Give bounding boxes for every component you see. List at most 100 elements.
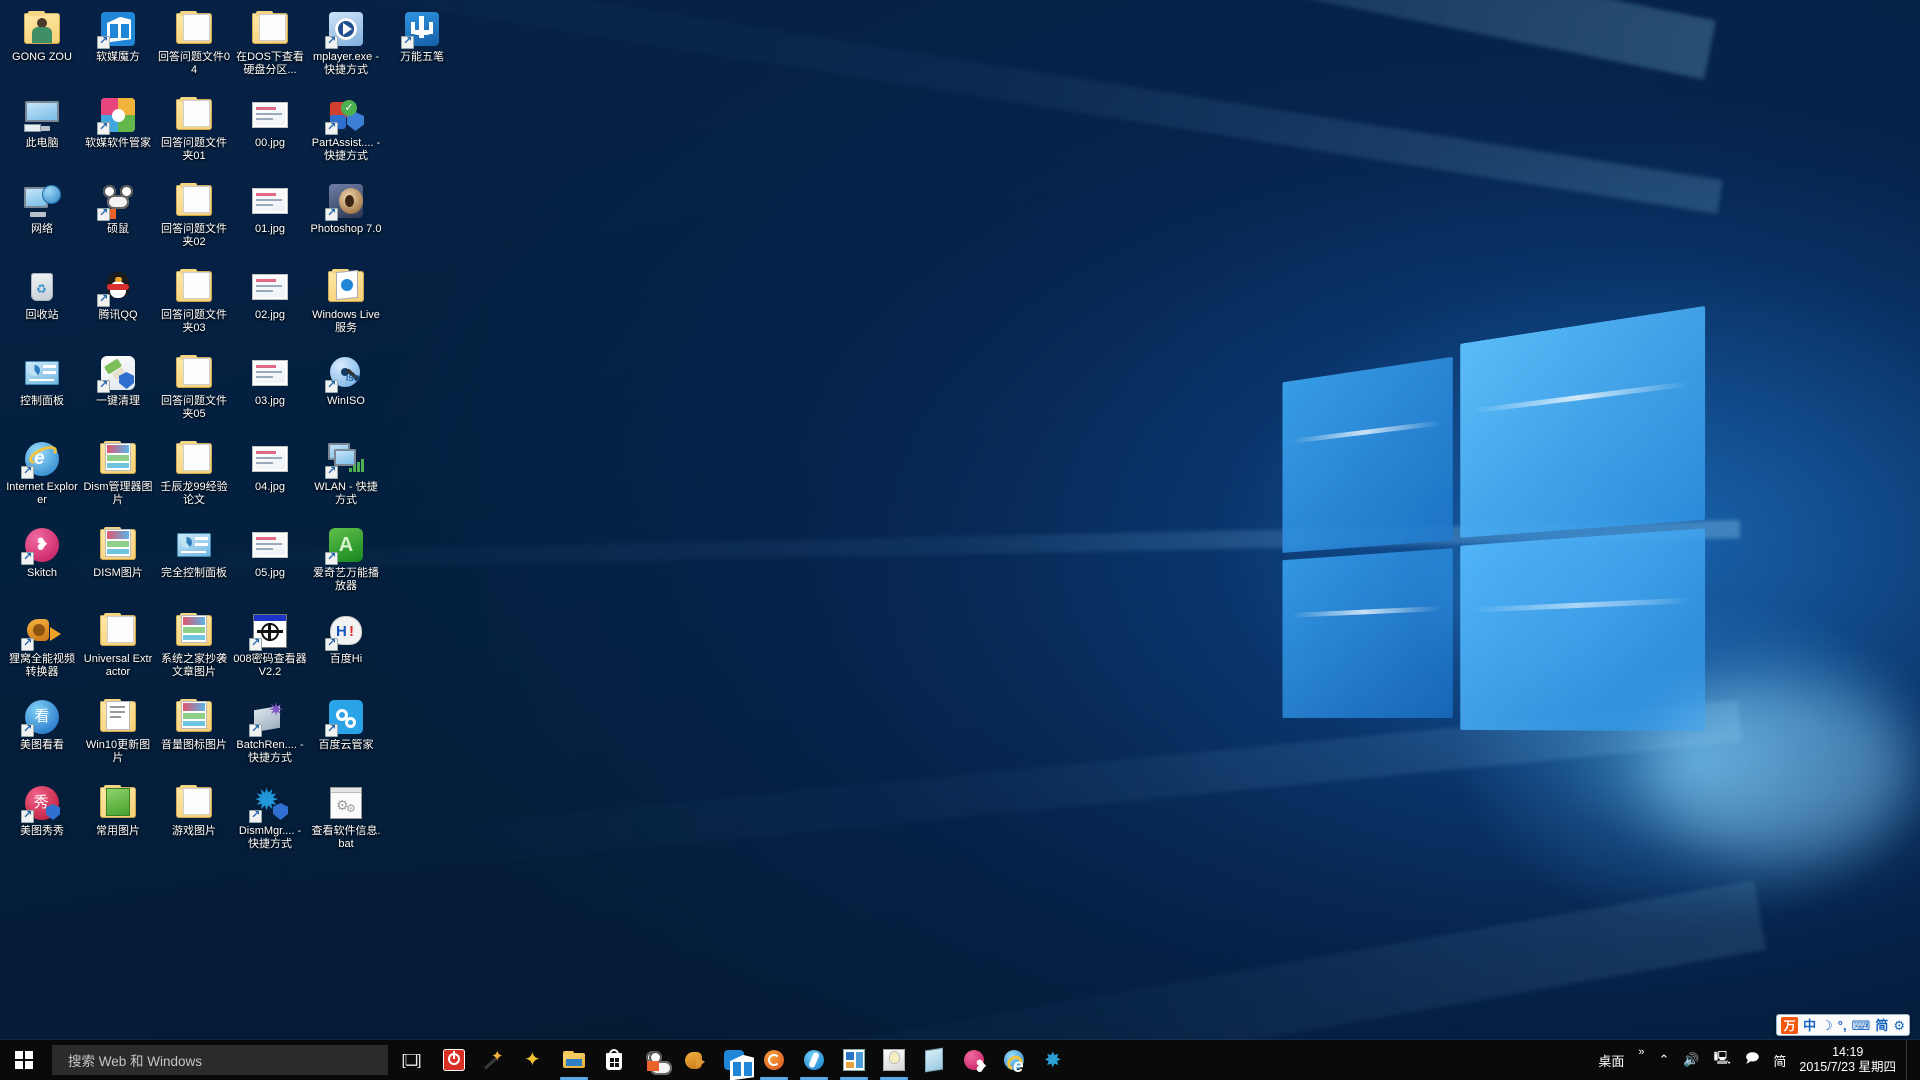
taskbar-app-sticky-notes[interactable] [914, 1040, 954, 1080]
desktop-icon[interactable]: 控制面板 [4, 350, 80, 436]
desktop-icon[interactable]: Windows Live 服务 [308, 264, 384, 350]
taskbar-app-gold-star[interactable]: ✦ [514, 1040, 554, 1080]
desktop-icon[interactable]: Universal Extractor [80, 608, 156, 694]
desktop-icon[interactable]: WLAN - 快捷方式 [308, 436, 384, 522]
desktop-icon[interactable]: 02.jpg [232, 264, 308, 350]
desktop-icon[interactable]: 此电脑 [4, 92, 80, 178]
desktop-icon[interactable]: A爱奇艺万能播放器 [308, 522, 384, 608]
taskbar-app-magic-wand[interactable]: ✦ [474, 1040, 514, 1080]
desktop-icon[interactable]: 05.jpg [232, 522, 308, 608]
taskbar-app-list[interactable]: ✦✦ ❥e✸ [434, 1040, 1074, 1080]
desktop-icon[interactable]: H!百度Hi [308, 608, 384, 694]
desktop-icon[interactable]: Photoshop 7.0 [308, 178, 384, 264]
desktop-icon[interactable]: ISOWinISO [308, 350, 384, 436]
shuoshu-taskbar-icon [642, 1048, 666, 1072]
desktop-icon[interactable]: 00.jpg [232, 92, 308, 178]
desktop-icon[interactable]: 回答问题文件夹05 [156, 350, 232, 436]
desktop-icon[interactable]: 系统之家抄袭文章图片 [156, 608, 232, 694]
desktop-icon[interactable]: 常用图片 [80, 780, 156, 866]
image-file-icon [251, 268, 289, 306]
taskbar-app-skitch-taskbar[interactable]: ❥ [954, 1040, 994, 1080]
desktop-icon[interactable]: 硕鼠 [80, 178, 156, 264]
taskbar-app-store-bag[interactable] [594, 1040, 634, 1080]
desktop-icon[interactable]: DISM图片 [80, 522, 156, 608]
taskbar-app-internet-explorer-taskbar[interactable]: e [994, 1040, 1034, 1080]
desktop-icon[interactable]: 完全控制面板 [156, 522, 232, 608]
taskbar-app-settings-gear[interactable]: ✸ [1034, 1040, 1074, 1080]
desktop-icon[interactable]: eInternet Explorer [4, 436, 80, 522]
folder-icon [175, 182, 213, 220]
clock[interactable]: 14:19 2015/7/23 星期四 [1793, 1045, 1906, 1075]
desktop-icon[interactable]: 一键清理 [80, 350, 156, 436]
moon-mode-icon[interactable]: ☽ [1821, 1019, 1833, 1032]
desktop-icon[interactable]: 回答问题文件夹01 [156, 92, 232, 178]
desktop-icon[interactable]: 网络 [4, 178, 80, 264]
desktop-icon-label: 完全控制面板 [157, 567, 231, 580]
start-button[interactable] [0, 1040, 48, 1080]
desktop-icon[interactable]: 008密码查看器V2.2 [232, 608, 308, 694]
desktop-icon[interactable]: 回答问题文件04 [156, 6, 232, 92]
action-center-icon[interactable]: 🗩 [1738, 1040, 1766, 1080]
desktop-icon[interactable]: 04.jpg [232, 436, 308, 522]
desktop[interactable]: GONG ZOU软媒魔方回答问题文件04在DOS下查看硬盘分区...mplaye… [0, 0, 1920, 1080]
system-tray[interactable]: 桌面 » ⌃ 🔊 🖳 🗩 简 14:19 2015/7/23 星期四 [1591, 1040, 1920, 1080]
desktop-icon-grid[interactable]: GONG ZOU软媒魔方回答问题文件04在DOS下查看硬盘分区...mplaye… [0, 0, 460, 866]
taskbar-app-qq-xuanfeng[interactable] [674, 1040, 714, 1080]
show-desktop-button[interactable] [1906, 1040, 1914, 1080]
desktop-icon[interactable]: 狸窝全能视频转换器 [4, 608, 80, 694]
folder-icon [251, 10, 289, 48]
shortcut-arrow-icon [97, 380, 110, 393]
desktop-icon[interactable]: ✹DismMgr.... - 快捷方式 [232, 780, 308, 866]
desktop-icon[interactable]: 软媒魔方 [80, 6, 156, 92]
taskbar-app-shuoshu-taskbar[interactable] [634, 1040, 674, 1080]
taskbar-app-red-shield-power[interactable] [434, 1040, 474, 1080]
taskbar-app-firefox[interactable] [754, 1040, 794, 1080]
taskbar-app-ruanmei-cube-taskbar[interactable] [714, 1040, 754, 1080]
desktop-icon[interactable]: Win10更新图片 [80, 694, 156, 780]
chevron-up-icon[interactable]: ⌃ [1652, 1040, 1677, 1080]
taskbar-app-file-explorer[interactable] [554, 1040, 594, 1080]
task-view-icon: [❑] [402, 1051, 421, 1069]
desktop-icon[interactable]: GONG ZOU [4, 6, 80, 92]
desktop-icon[interactable]: ✓PartAssist.... - 快捷方式 [308, 92, 384, 178]
desktop-icon[interactable]: 秀美图秀秀 [4, 780, 80, 866]
network-icon [23, 182, 61, 220]
desktop-icon[interactable]: ❥Skitch [4, 522, 80, 608]
desktop-icon[interactable]: 看美图看看 [4, 694, 80, 780]
soft-keyboard-icon[interactable]: ⌨ [1852, 1019, 1871, 1032]
taskbar-app-snipping-tool[interactable] [874, 1040, 914, 1080]
taskbar[interactable]: 搜索 Web 和 Windows [❑] ✦✦ ❥e✸ 桌面 » ⌃ 🔊 🖳 🗩 … [0, 1040, 1920, 1080]
punctuation-mode-icon[interactable]: °, [1838, 1019, 1847, 1032]
ime-indicator[interactable]: 简 [1766, 1040, 1793, 1080]
desktop-icon[interactable]: 回答问题文件夹03 [156, 264, 232, 350]
tray-overflow-icon[interactable]: » [1631, 1040, 1651, 1080]
ime-language-bar[interactable]: 万 中 ☽ °, ⌨ 简 ⚙ [1776, 1014, 1910, 1036]
chinese-mode-icon[interactable]: 中 [1803, 1019, 1816, 1032]
desktop-icon[interactable]: Dism管理器图片 [80, 436, 156, 522]
speaker-icon[interactable]: 🔊 [1676, 1040, 1706, 1080]
desktop-icon[interactable]: 回答问题文件夹02 [156, 178, 232, 264]
taskbar-app-office-app[interactable] [834, 1040, 874, 1080]
desktop-icon[interactable]: 01.jpg [232, 178, 308, 264]
desktop-icon[interactable]: 腾讯QQ [80, 264, 156, 350]
desktop-icon[interactable]: ✷BatchRen.... - 快捷方式 [232, 694, 308, 780]
network-tray-icon[interactable]: 🖳 [1707, 1040, 1738, 1080]
desktop-icon[interactable]: ⚙⚙查看软件信息.bat [308, 780, 384, 866]
desktop-icon[interactable]: 在DOS下查看硬盘分区... [232, 6, 308, 92]
light-glow [1650, 680, 1910, 860]
desktop-icon[interactable]: 壬辰龙99经验论文 [156, 436, 232, 522]
simplified-mode-icon[interactable]: 简 [1875, 1019, 1888, 1032]
desktop-icon[interactable]: ♻回收站 [4, 264, 80, 350]
task-view-button[interactable]: [❑] [388, 1040, 434, 1080]
desktop-icon[interactable]: 03.jpg [232, 350, 308, 436]
desktop-icon[interactable]: 软媒软件管家 [80, 92, 156, 178]
desktop-icon[interactable]: 游戏图片 [156, 780, 232, 866]
tray-desktop-label[interactable]: 桌面 [1591, 1040, 1631, 1080]
search-input[interactable]: 搜索 Web 和 Windows [52, 1045, 388, 1075]
desktop-icon[interactable]: mplayer.exe - 快捷方式 [308, 6, 384, 92]
desktop-icon[interactable]: 百度云管家 [308, 694, 384, 780]
desktop-icon[interactable]: 万能五笔 [384, 6, 460, 92]
taskbar-app-qq-browser[interactable] [794, 1040, 834, 1080]
ime-settings-icon[interactable]: ⚙ [1893, 1019, 1905, 1032]
desktop-icon[interactable]: 音量图标图片 [156, 694, 232, 780]
